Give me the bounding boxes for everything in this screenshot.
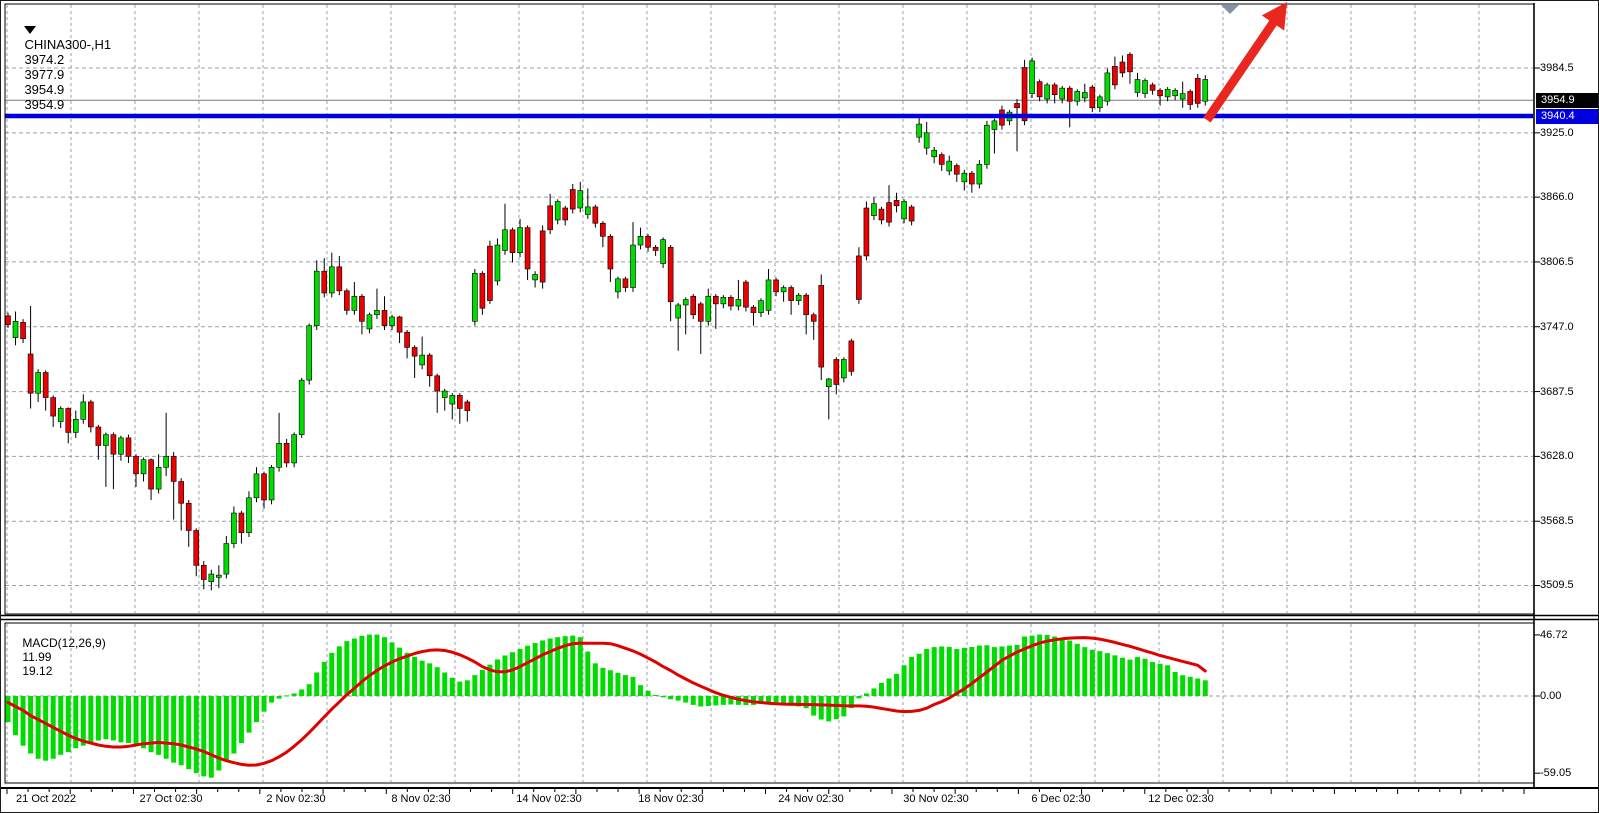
price-axis-label: 3628.0 xyxy=(1540,449,1574,463)
support-line-price-badge: 3940.4 xyxy=(1536,109,1599,124)
macd-axis-label: 0.00 xyxy=(1540,689,1561,703)
current-price-badge: 3954.9 xyxy=(1536,93,1599,108)
macd-indicator-label: MACD(12,26,9) 11.99 19.12 xyxy=(9,622,111,692)
macd-axis-label: 46.72 xyxy=(1540,628,1568,642)
price-axis-label: 3568.5 xyxy=(1540,514,1574,528)
time-axis-label: 8 Nov 02:30 xyxy=(391,793,450,805)
price-axis-label: 3806.5 xyxy=(1540,255,1574,269)
price-chart-area[interactable] xyxy=(5,5,1534,613)
symbol-period-label: CHINA300-,H1 xyxy=(24,37,111,52)
price-axis-label: 3925.0 xyxy=(1540,126,1574,140)
ohlc-close: 3954.9 xyxy=(24,97,64,112)
price-axis-label: 3866.0 xyxy=(1540,190,1574,204)
price-axis-label: 3747.0 xyxy=(1540,320,1574,334)
macd-axis-label: -59.05 xyxy=(1540,766,1571,780)
time-axis-label: 6 Dec 02:30 xyxy=(1031,793,1090,805)
macd-main-value: 11.99 xyxy=(22,650,51,664)
time-axis-label: 24 Nov 02:30 xyxy=(778,793,843,805)
mt4-chart-window: CHINA300-,H1 3974.2 3977.9 3954.9 3954.9… xyxy=(0,0,1599,813)
time-axis-label: 2 Nov 02:30 xyxy=(266,793,325,805)
macd-chart-area[interactable] xyxy=(5,624,1534,782)
price-axis-label: 3687.5 xyxy=(1540,385,1574,399)
time-axis-label: 12 Dec 02:30 xyxy=(1148,793,1213,805)
time-axis-label: 21 Oct 2022 xyxy=(16,793,76,805)
time-axis-label: 18 Nov 02:30 xyxy=(638,793,703,805)
macd-name: MACD(12,26,9) xyxy=(22,636,105,650)
symbol-dropdown-icon[interactable] xyxy=(24,26,36,34)
ohlc-open: 3974.2 xyxy=(24,52,64,67)
time-axis-label: 14 Nov 02:30 xyxy=(516,793,581,805)
macd-signal-value: 19.12 xyxy=(22,664,52,678)
chart-title: CHINA300-,H1 3974.2 3977.9 3954.9 3954.9 xyxy=(10,7,117,127)
time-axis-label: 30 Nov 02:30 xyxy=(903,793,968,805)
price-axis-label: 3509.5 xyxy=(1540,578,1574,592)
ohlc-low: 3954.9 xyxy=(24,82,64,97)
price-axis-label: 3984.5 xyxy=(1540,61,1574,75)
time-axis-label: 27 Oct 02:30 xyxy=(140,793,203,805)
ohlc-high: 3977.9 xyxy=(24,67,64,82)
